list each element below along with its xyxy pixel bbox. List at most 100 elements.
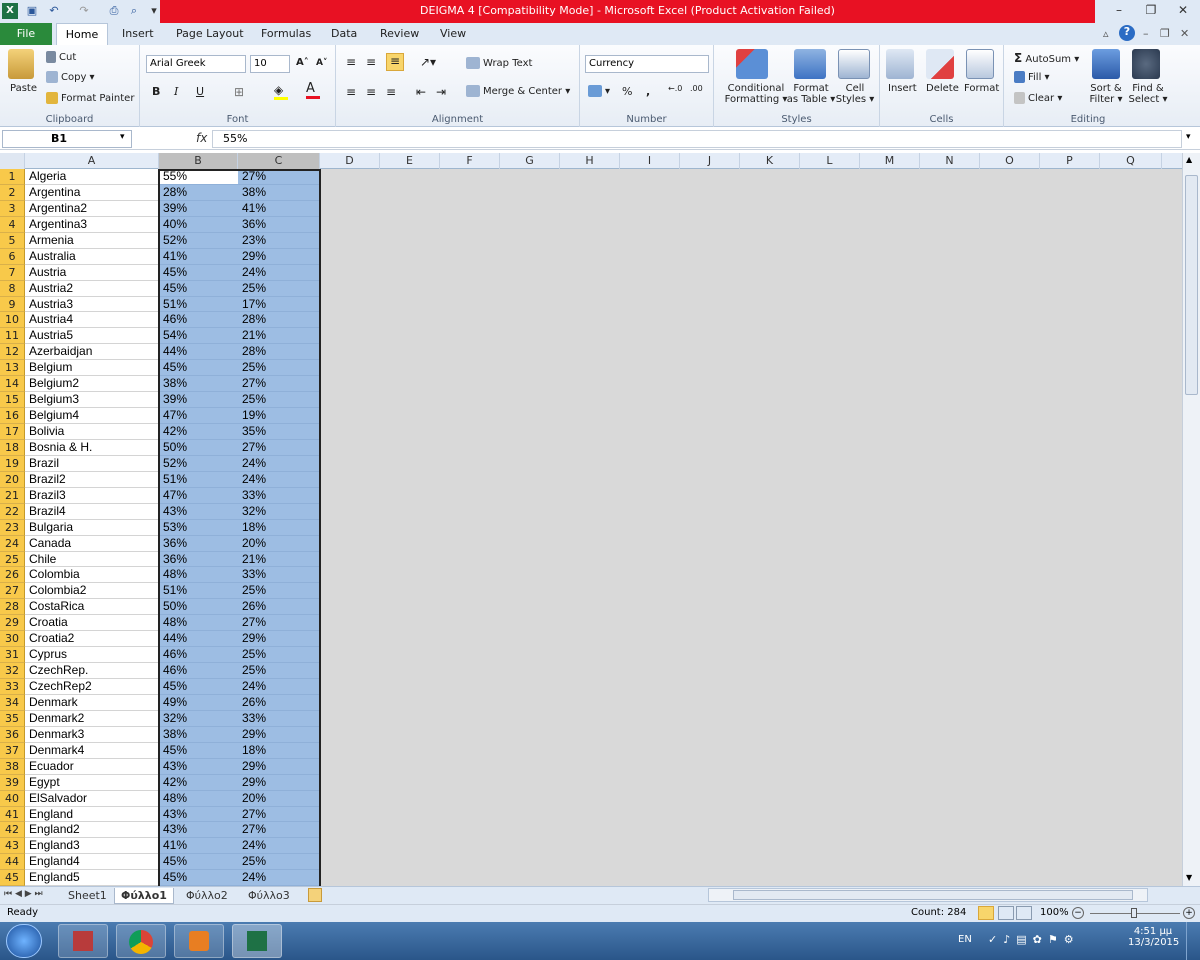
- wrap-text-button[interactable]: Wrap Text: [466, 57, 532, 69]
- bottom-align-icon[interactable]: ≡: [386, 53, 404, 71]
- cell-col-c[interactable]: 25%: [238, 663, 320, 679]
- row-header[interactable]: 28: [0, 599, 25, 616]
- cell-col-c[interactable]: 27%: [238, 806, 320, 823]
- cell-country[interactable]: Denmark3: [25, 726, 159, 743]
- cell-col-b[interactable]: 36%: [159, 551, 238, 568]
- fill-color-icon[interactable]: ◈: [274, 83, 288, 100]
- row-header[interactable]: 32: [0, 663, 25, 679]
- scroll-up-icon[interactable]: ▲: [1186, 155, 1192, 164]
- tab-formulas[interactable]: Formulas: [261, 27, 311, 40]
- column-header-o[interactable]: O: [980, 153, 1040, 169]
- cell-col-b[interactable]: 50%: [159, 599, 238, 616]
- taskbar-clock[interactable]: 4:51 μμ 13/3/2015: [1128, 926, 1179, 948]
- font-name-select[interactable]: Arial Greek: [146, 55, 246, 73]
- cell-country[interactable]: Australia: [25, 248, 159, 265]
- redo-icon[interactable]: ↷: [76, 3, 92, 19]
- cell-col-c[interactable]: 27%: [238, 439, 320, 456]
- cell-country[interactable]: Brazil3: [25, 487, 159, 504]
- column-header-l[interactable]: L: [800, 153, 860, 169]
- workbook-restore-icon[interactable]: ❐: [1160, 27, 1170, 40]
- column-header-m[interactable]: M: [860, 153, 920, 169]
- tab-review[interactable]: Review: [380, 27, 419, 40]
- column-header-h[interactable]: H: [560, 153, 620, 169]
- column-header-k[interactable]: K: [740, 153, 800, 169]
- cell-col-c[interactable]: 19%: [238, 408, 320, 424]
- paste-button[interactable]: Paste: [10, 83, 37, 94]
- cell-col-b[interactable]: 45%: [159, 264, 238, 281]
- cell-col-b[interactable]: 28%: [159, 184, 238, 201]
- cell-country[interactable]: Denmark2: [25, 710, 159, 727]
- number-format-select[interactable]: Currency: [585, 55, 709, 73]
- undo-icon[interactable]: ↶: [46, 3, 62, 19]
- row-header[interactable]: 16: [0, 408, 25, 424]
- cell-col-c[interactable]: 25%: [238, 392, 320, 409]
- cell-col-c[interactable]: 29%: [238, 631, 320, 648]
- bold-button[interactable]: B: [152, 85, 160, 98]
- cell-col-b[interactable]: 43%: [159, 758, 238, 775]
- cell-col-c[interactable]: 25%: [238, 360, 320, 377]
- insert-cells-icon[interactable]: [886, 49, 914, 79]
- cell-col-c[interactable]: 35%: [238, 424, 320, 440]
- row-header[interactable]: 27: [0, 583, 25, 600]
- cell-col-c[interactable]: 25%: [238, 583, 320, 600]
- row-header[interactable]: 18: [0, 439, 25, 456]
- column-header-d[interactable]: D: [320, 153, 380, 169]
- cell-col-c[interactable]: 33%: [238, 487, 320, 504]
- cell-country[interactable]: Brazil4: [25, 503, 159, 520]
- cell-col-c[interactable]: 24%: [238, 264, 320, 281]
- cell-country[interactable]: Croatia2: [25, 631, 159, 648]
- row-header[interactable]: 22: [0, 503, 25, 520]
- cell-col-c[interactable]: 18%: [238, 519, 320, 536]
- cell-col-c[interactable]: 26%: [238, 599, 320, 616]
- sheet-tab-fyllo1[interactable]: Φύλλο1: [114, 888, 174, 904]
- sort-filter-button[interactable]: Sort & Filter ▾: [1088, 83, 1124, 105]
- cell-col-c[interactable]: 29%: [238, 758, 320, 775]
- row-header[interactable]: 37: [0, 742, 25, 759]
- cell-col-c[interactable]: 20%: [238, 790, 320, 807]
- row-header[interactable]: 23: [0, 519, 25, 536]
- cell-country[interactable]: CzechRep2: [25, 679, 159, 695]
- worksheet-grid[interactable]: A B C D E F G H I J K L M N O P Q 1 Alger…: [0, 153, 1182, 886]
- cell-col-c[interactable]: 29%: [238, 774, 320, 791]
- row-header[interactable]: 42: [0, 822, 25, 839]
- font-size-select[interactable]: 10: [250, 55, 290, 73]
- cell-col-b[interactable]: 32%: [159, 710, 238, 727]
- align-left-icon[interactable]: ≡: [346, 85, 356, 99]
- increase-indent-icon[interactable]: ⇥: [436, 85, 446, 99]
- row-header[interactable]: 44: [0, 854, 25, 871]
- row-header[interactable]: 2: [0, 184, 25, 201]
- start-button-icon[interactable]: [6, 924, 42, 958]
- cell-country[interactable]: Denmark: [25, 694, 159, 711]
- excel-logo-icon[interactable]: X: [2, 3, 18, 19]
- row-header[interactable]: 29: [0, 615, 25, 632]
- cell-country[interactable]: Belgium: [25, 360, 159, 377]
- cell-col-c[interactable]: 24%: [238, 870, 320, 886]
- row-header[interactable]: 17: [0, 424, 25, 440]
- cell-country[interactable]: England5: [25, 870, 159, 886]
- cell-country[interactable]: Belgium3: [25, 392, 159, 409]
- cell-col-c[interactable]: 20%: [238, 535, 320, 552]
- cell-col-c[interactable]: 26%: [238, 694, 320, 711]
- cell-country[interactable]: Bosnia & H.: [25, 439, 159, 456]
- cell-country[interactable]: England: [25, 806, 159, 823]
- insert-sheet-icon[interactable]: [308, 888, 322, 902]
- increase-decimal-icon[interactable]: ←.0: [668, 84, 682, 93]
- tab-home[interactable]: Home: [56, 23, 108, 45]
- cell-col-b[interactable]: 39%: [159, 392, 238, 409]
- cell-country[interactable]: England4: [25, 854, 159, 871]
- cell-country[interactable]: ElSalvador: [25, 790, 159, 807]
- row-header[interactable]: 39: [0, 774, 25, 791]
- row-header[interactable]: 26: [0, 567, 25, 584]
- cell-country[interactable]: Austria4: [25, 312, 159, 329]
- column-header-e[interactable]: E: [380, 153, 440, 169]
- vertical-scrollbar[interactable]: ▲ ▼: [1182, 153, 1200, 886]
- cell-col-c[interactable]: 28%: [238, 344, 320, 361]
- cell-country[interactable]: Colombia2: [25, 583, 159, 600]
- cell-col-b[interactable]: 43%: [159, 503, 238, 520]
- cell-col-c[interactable]: 29%: [238, 726, 320, 743]
- cell-col-c[interactable]: 33%: [238, 710, 320, 727]
- decrease-indent-icon[interactable]: ⇤: [416, 85, 426, 99]
- cell-country[interactable]: CostaRica: [25, 599, 159, 616]
- format-as-table-button[interactable]: Format as Table ▾: [786, 83, 836, 105]
- cell-country[interactable]: Austria3: [25, 296, 159, 313]
